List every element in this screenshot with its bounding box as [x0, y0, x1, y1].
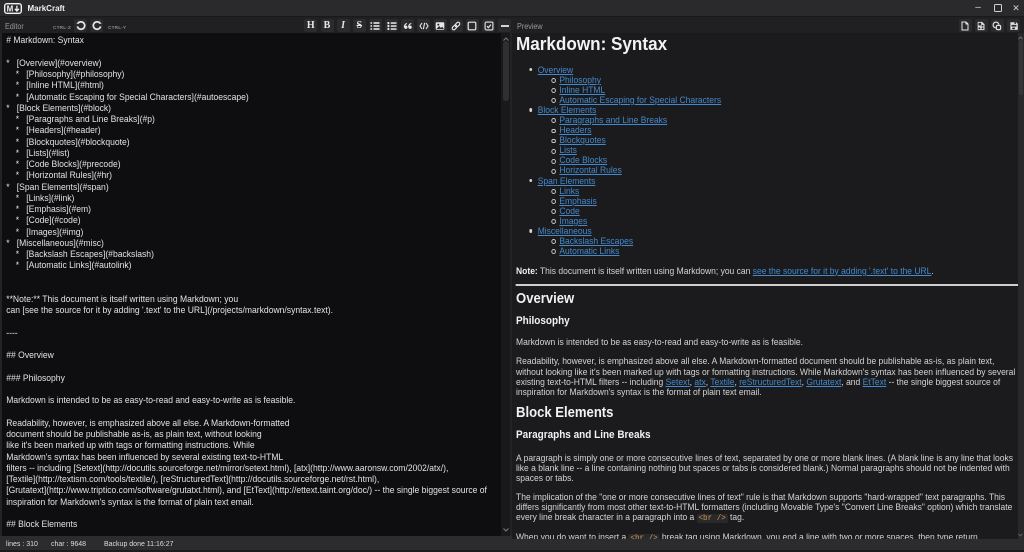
svg-text:M: M [7, 4, 14, 13]
